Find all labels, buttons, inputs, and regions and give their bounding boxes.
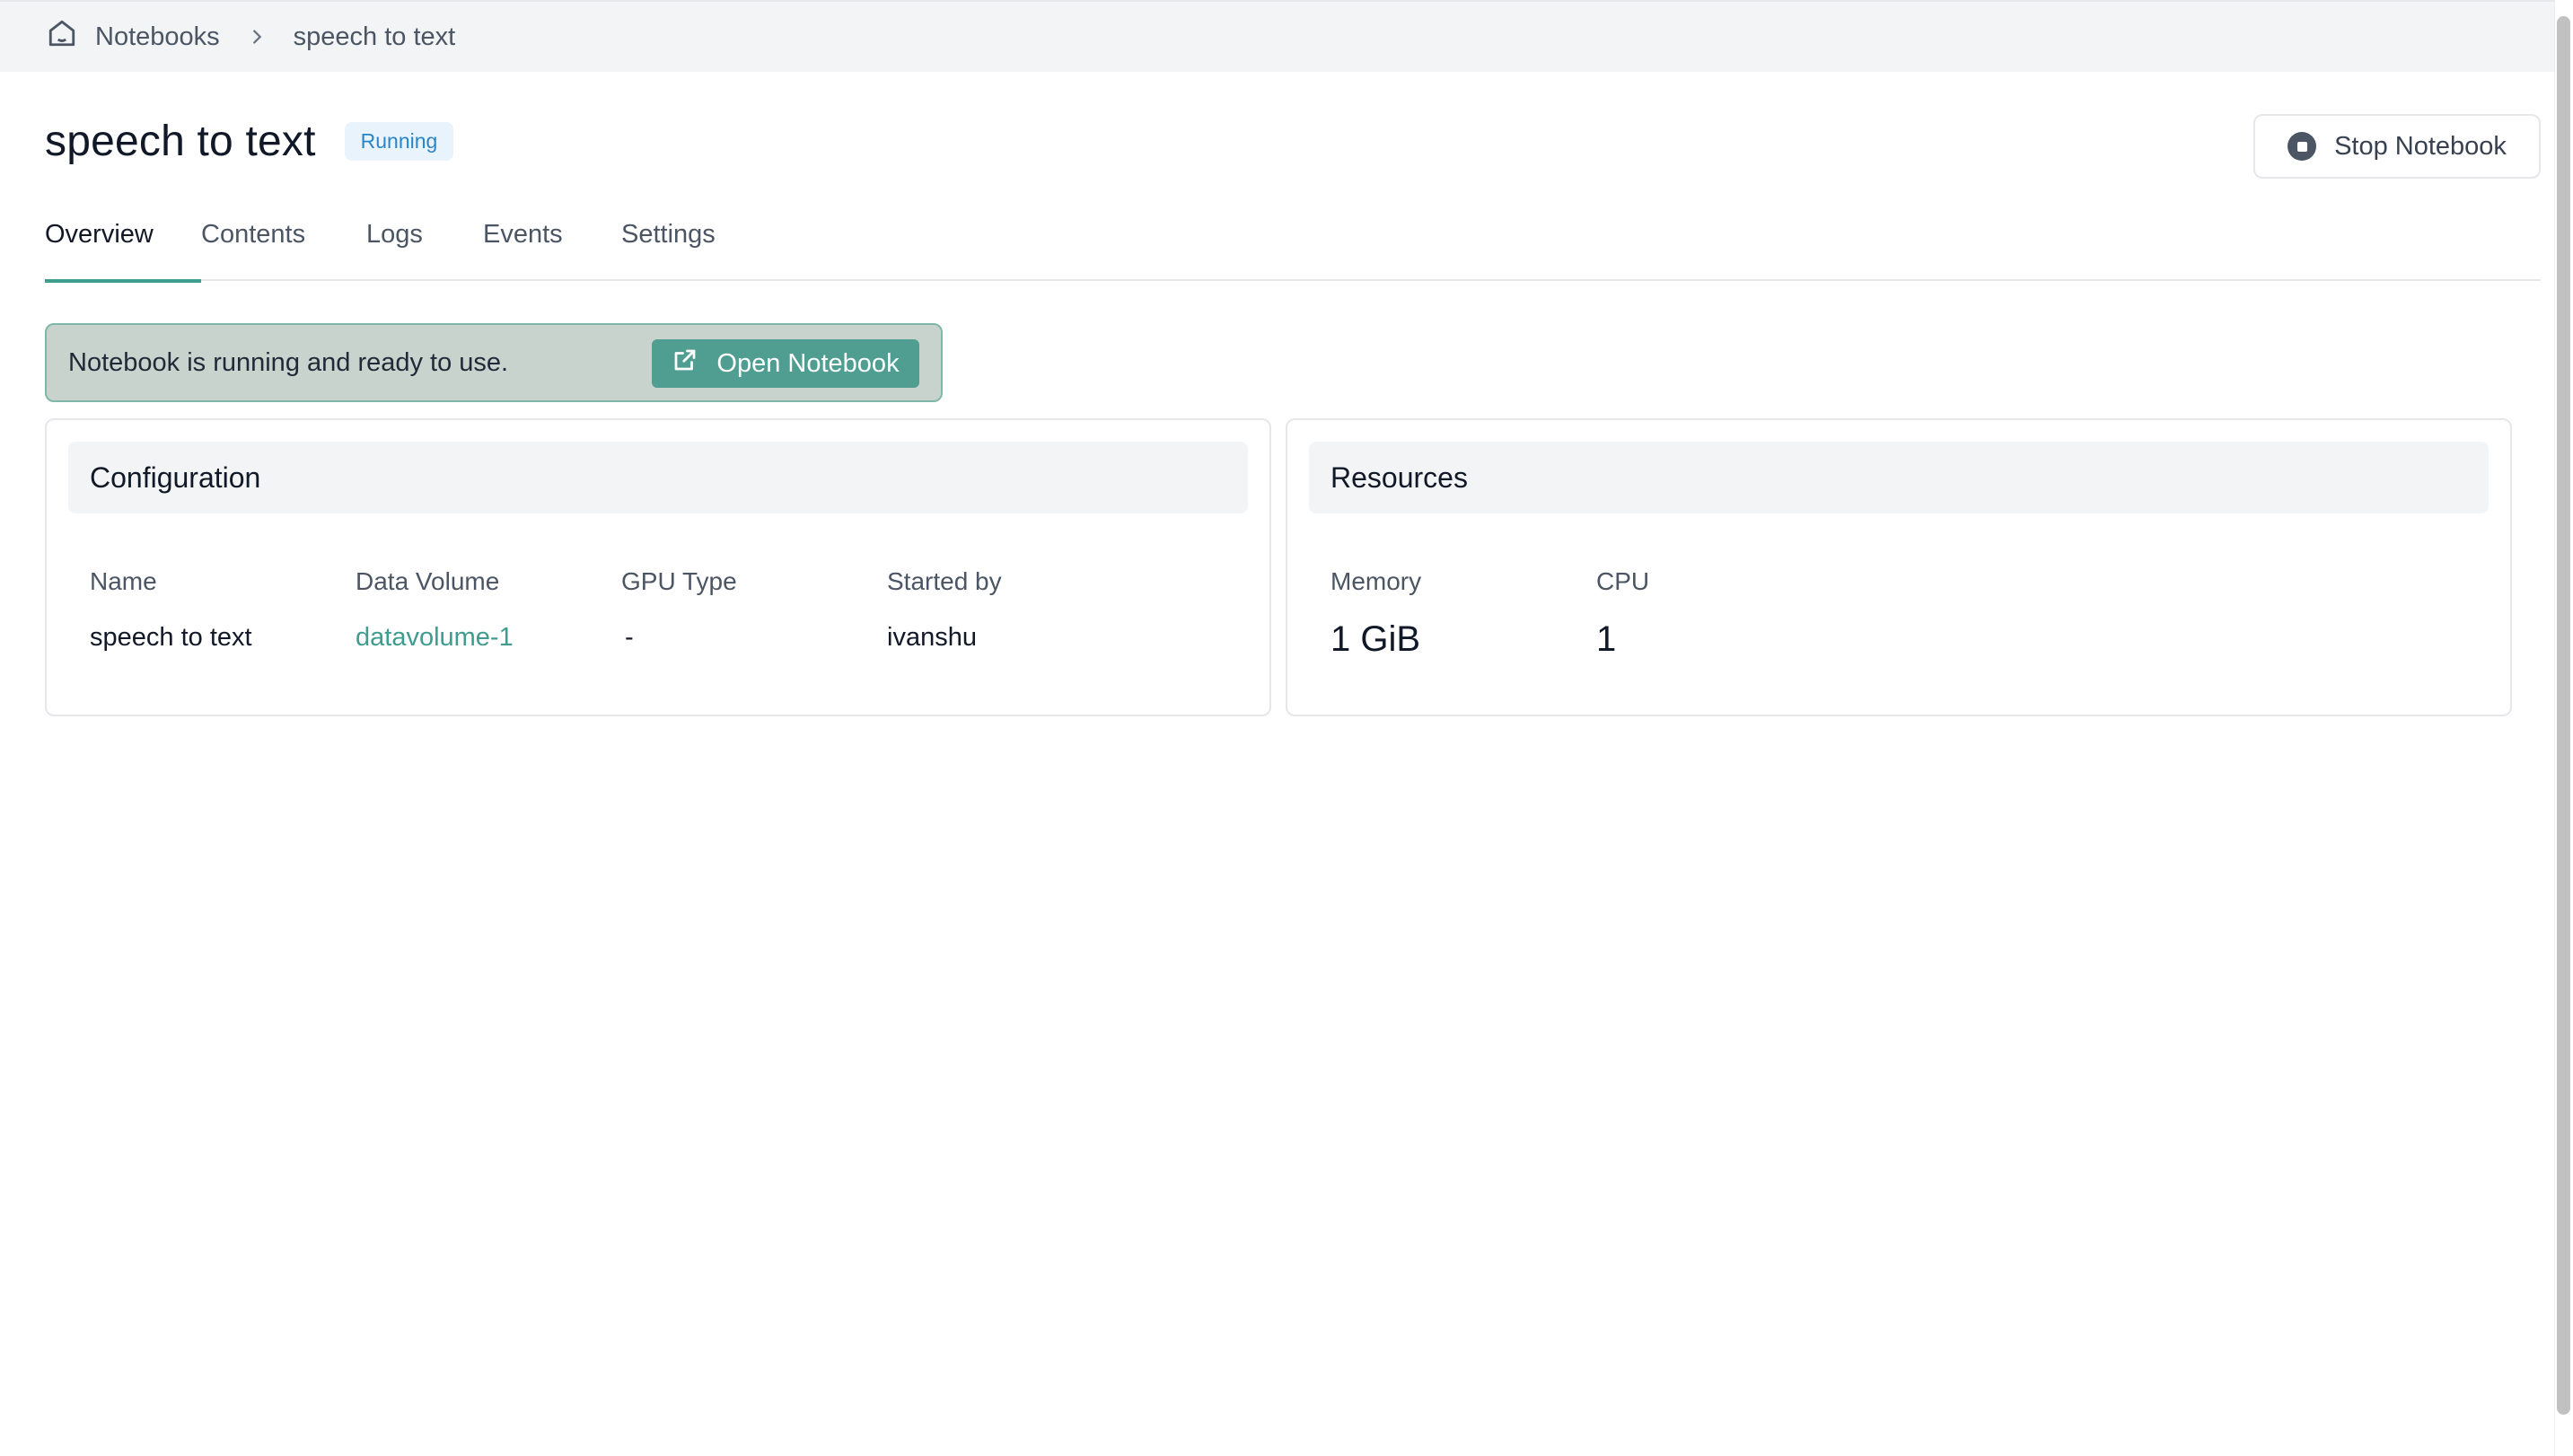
tab-logs[interactable]: Logs <box>366 220 483 281</box>
home-icon <box>47 18 77 56</box>
stop-icon <box>2288 132 2317 161</box>
data-volume-link[interactable]: datavolume-1 <box>356 623 514 653</box>
field-cpu: CPU 1 <box>1596 567 1649 660</box>
field-label: Started by <box>887 567 1002 595</box>
tab-bar: Overview Contents Logs Events Settings <box>45 220 2541 283</box>
tab-settings[interactable]: Settings <box>621 220 756 281</box>
field-started-by: Started by ivanshu <box>887 567 1002 653</box>
resources-title: Resources <box>1309 442 2489 513</box>
tab-events[interactable]: Events <box>483 220 621 281</box>
field-label: GPU Type <box>621 567 737 595</box>
configuration-title: Configuration <box>68 442 1248 513</box>
status-badge: Running <box>344 122 454 161</box>
field-gpu-type: GPU Type - <box>621 567 737 653</box>
field-label: Name <box>90 567 157 595</box>
resources-card: Resources Memory 1 GiB CPU 1 <box>1286 418 2512 716</box>
tab-contents[interactable]: Contents <box>201 220 366 281</box>
breadcrumb-current: speech to text <box>293 22 456 51</box>
breadcrumb-home-label: Notebooks <box>95 22 220 51</box>
field-label: Data Volume <box>356 567 500 595</box>
field-value: - <box>625 623 634 652</box>
field-label: CPU <box>1596 567 1650 595</box>
field-value: 1 <box>1596 619 1617 659</box>
field-value: 1 GiB <box>1330 619 1421 659</box>
ready-message: Notebook is running and ready to use. <box>68 347 509 377</box>
ready-banner: Notebook is running and ready to use. Op… <box>45 323 943 402</box>
configuration-card: Configuration Name speech to text Data V… <box>45 418 1271 716</box>
field-value: speech to text <box>90 623 252 652</box>
open-notebook-button[interactable]: Open Notebook <box>652 339 919 388</box>
breadcrumb: Notebooks speech to text <box>0 0 2554 72</box>
field-value: ivanshu <box>887 623 977 652</box>
title-row: speech to text Running <box>45 117 454 166</box>
field-label: Memory <box>1330 567 1422 595</box>
page-title: speech to text <box>45 118 316 165</box>
stop-notebook-button[interactable]: Stop Notebook <box>2253 114 2541 179</box>
chevron-right-icon <box>247 27 267 47</box>
field-name: Name speech to text <box>90 567 252 653</box>
open-notebook-label: Open Notebook <box>716 348 900 378</box>
stop-notebook-label: Stop Notebook <box>2334 131 2507 161</box>
field-memory: Memory 1 GiB <box>1330 567 1421 660</box>
breadcrumb-home-link[interactable]: Notebooks <box>47 18 220 56</box>
scrollbar-thumb[interactable] <box>2557 16 2570 1415</box>
tab-overview[interactable]: Overview <box>45 220 201 283</box>
external-link-icon <box>672 346 698 381</box>
field-data-volume: Data Volume datavolume-1 <box>356 567 514 653</box>
